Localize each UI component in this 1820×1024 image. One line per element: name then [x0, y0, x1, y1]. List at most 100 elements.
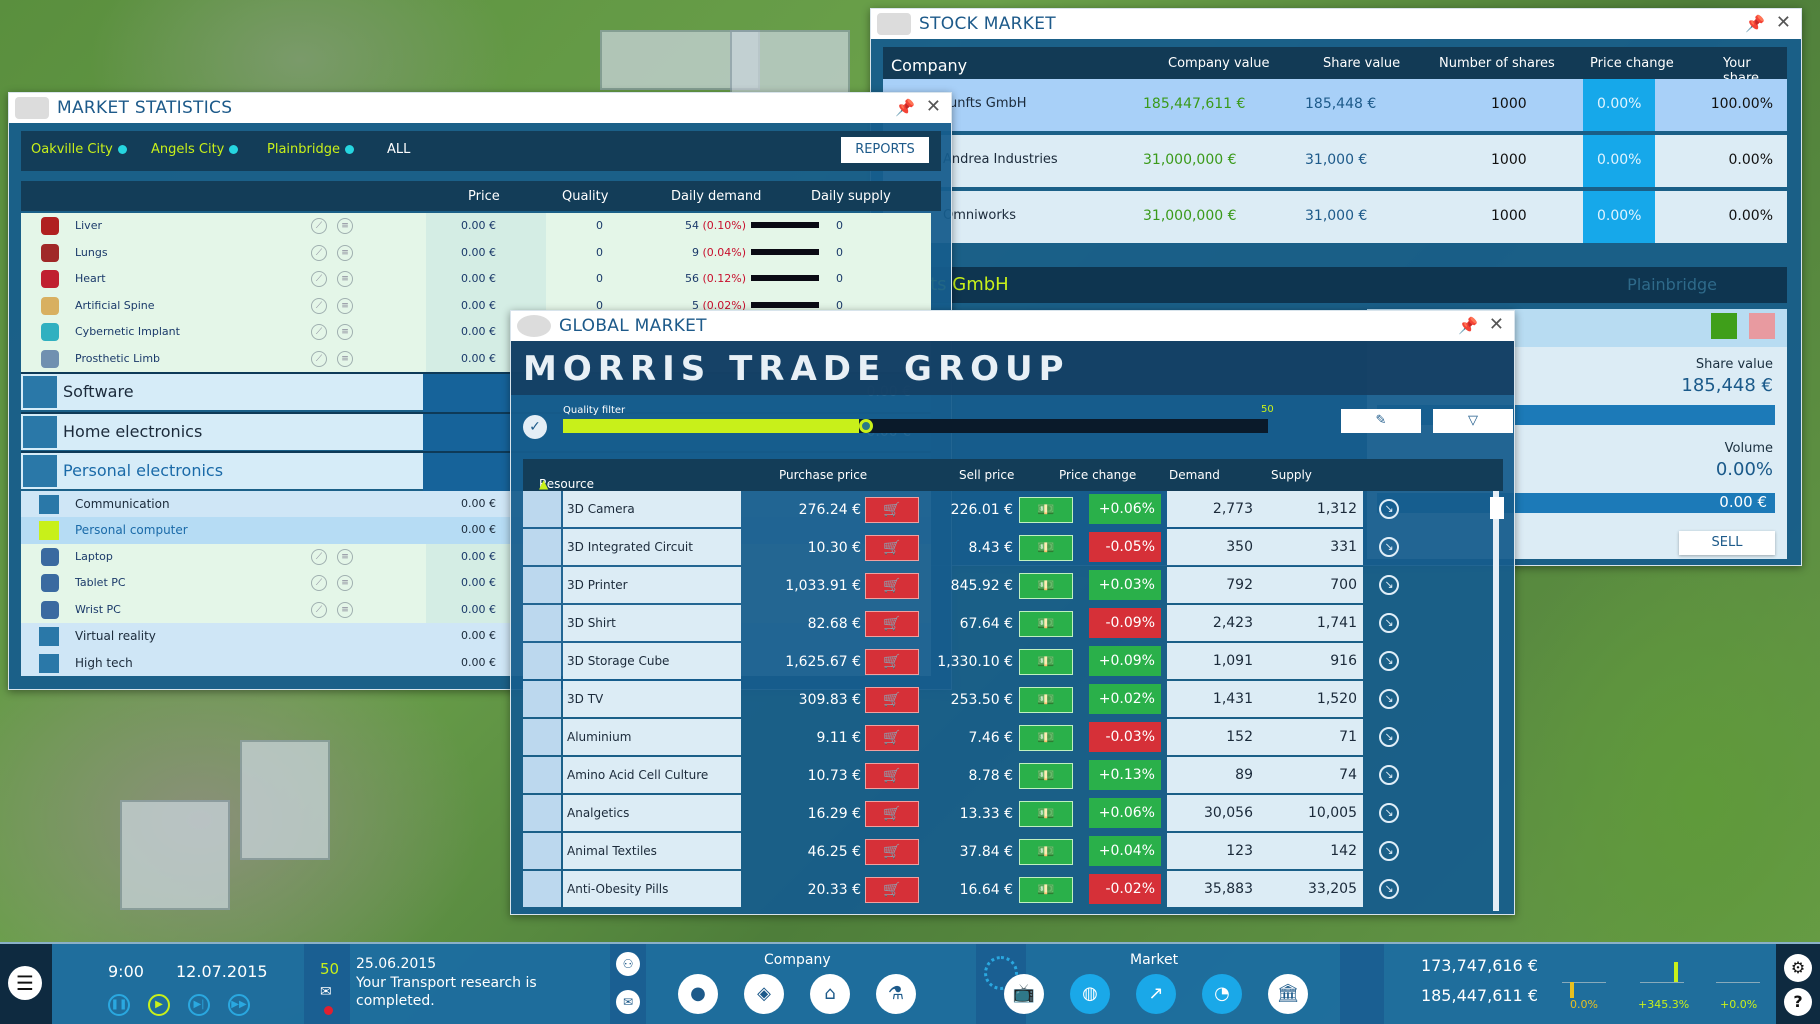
chart-icon[interactable]: ⟋ — [311, 350, 327, 367]
col-purchase-price[interactable]: Purchase price — [779, 468, 867, 482]
sell-button[interactable]: 💵 — [1019, 497, 1073, 523]
table-row[interactable]: 3D Shirt 82.68 € 🛒 67.64 € 💵 -0.09% 2,42… — [523, 605, 1503, 642]
quality-filter-slider[interactable] — [563, 419, 1268, 433]
buy-button[interactable]: 🛒 — [865, 801, 919, 827]
sell-button[interactable]: 💵 — [1019, 763, 1073, 789]
sell-button[interactable]: 💵 — [1019, 573, 1073, 599]
buy-button[interactable]: 🛒 — [865, 535, 919, 561]
close-icon[interactable]: ✕ — [926, 96, 941, 117]
settings-button[interactable]: ⚙ — [1784, 954, 1812, 982]
org-chart-icon[interactable]: ⚇ — [616, 952, 640, 976]
tab-plainbridge[interactable]: Plainbridge — [267, 142, 354, 157]
col-price-change[interactable]: Price change — [1590, 56, 1674, 71]
message-text[interactable]: Your Transport research is completed. — [356, 974, 556, 1010]
buy-button[interactable]: 🛒 — [865, 649, 919, 675]
headquarters-button[interactable]: ⌂ — [810, 974, 850, 1014]
filter-button[interactable]: ▽ — [1433, 409, 1513, 433]
title-bar[interactable]: STOCK MARKET 📌 ✕ — [871, 9, 1801, 39]
col-price-change[interactable]: Price change — [1059, 468, 1136, 482]
chart-icon[interactable]: ⟋ — [311, 271, 327, 287]
chart-icon[interactable]: ↘ — [1379, 575, 1399, 595]
chart-icon[interactable]: ⟋ — [311, 297, 327, 314]
col-demand[interactable]: Demand — [1169, 468, 1220, 482]
buy-shares-button[interactable] — [1711, 313, 1737, 339]
col-company-value[interactable]: Company value — [1168, 56, 1270, 71]
chart-icon[interactable]: ↘ — [1379, 765, 1399, 785]
help-button[interactable]: ? — [1784, 988, 1812, 1016]
report-icon[interactable]: ≡ — [337, 601, 353, 618]
chart-icon[interactable]: ↘ — [1379, 879, 1399, 899]
fast-button[interactable]: ▶| — [188, 994, 210, 1016]
col-daily-supply[interactable]: Daily supply — [811, 189, 891, 204]
report-icon[interactable]: ≡ — [337, 575, 353, 591]
buy-button[interactable]: 🛒 — [865, 573, 919, 599]
sell-button[interactable]: 💵 — [1019, 877, 1073, 903]
col-company[interactable]: Company — [891, 56, 967, 75]
tab-all[interactable]: ALL — [387, 142, 410, 157]
chart-icon[interactable]: ↘ — [1379, 689, 1399, 709]
col-sell-price[interactable]: Sell price — [959, 468, 1014, 482]
table-row[interactable]: 3D Printer 1,033.91 € 🛒 845.92 € 💵 +0.03… — [523, 567, 1503, 604]
table-row[interactable]: Amino Acid Cell Culture 10.73 € 🛒 8.78 €… — [523, 757, 1503, 794]
table-row[interactable]: Analgetics 16.29 € 🛒 13.33 € 💵 +0.06% 30… — [523, 795, 1503, 832]
table-row[interactable]: Tunfts GmbH 185,447,611 € 185,448 € 1000… — [883, 79, 1787, 131]
sell-button[interactable]: 💵 — [1019, 687, 1073, 713]
chart-icon[interactable]: ⟋ — [311, 575, 327, 591]
report-icon[interactable]: ≡ — [337, 350, 353, 367]
buy-button[interactable]: 🛒 — [865, 877, 919, 903]
scrollbar[interactable] — [1490, 491, 1504, 911]
table-row[interactable]: Omniworks 31,000,000 € 31,000 € 1000 0.0… — [883, 191, 1787, 243]
col-share-value[interactable]: Share value — [1323, 56, 1400, 71]
research-button[interactable]: ⚗ — [876, 974, 916, 1014]
table-row[interactable]: 3D Storage Cube 1,625.67 € 🛒 1,330.10 € … — [523, 643, 1503, 680]
advertising-button[interactable]: 📺 — [1004, 974, 1044, 1014]
global-market-button[interactable]: ◍ — [1070, 974, 1110, 1014]
list-item[interactable]: Heart ⟋ ≡ 0.00 € 0 56 (0.12%) 0 — [21, 266, 931, 293]
chart-icon[interactable]: ⟋ — [311, 548, 327, 565]
list-item[interactable]: Lungs ⟋ ≡ 0.00 € 0 9 (0.04%) 0 — [21, 239, 931, 266]
buy-button[interactable]: 🛒 — [865, 497, 919, 523]
fastest-button[interactable]: ▶▶ — [228, 994, 250, 1016]
slider-handle[interactable] — [859, 419, 874, 433]
market-statistics-button[interactable]: ◔ — [1202, 974, 1242, 1014]
play-button[interactable]: ▶ — [148, 994, 170, 1016]
table-row[interactable]: Anti-Obesity Pills 20.33 € 🛒 16.64 € 💵 -… — [523, 871, 1503, 908]
buy-button[interactable]: 🛒 — [865, 839, 919, 865]
city-selector[interactable]: Plainbridge — [1627, 275, 1717, 294]
sell-button[interactable]: 💵 — [1019, 839, 1073, 865]
sell-mode-button[interactable] — [1749, 313, 1775, 339]
pause-button[interactable]: ❚❚ — [108, 994, 130, 1016]
quality-filter-checkbox[interactable]: ✓ — [523, 415, 547, 439]
chart-icon[interactable]: ↘ — [1379, 537, 1399, 557]
chart-icon[interactable]: ↘ — [1379, 651, 1399, 671]
sell-button[interactable]: 💵 — [1019, 535, 1073, 561]
close-icon[interactable]: ✕ — [1489, 314, 1504, 335]
col-quality[interactable]: Quality — [562, 189, 608, 204]
report-icon[interactable]: ≡ — [337, 218, 353, 234]
sell-button[interactable]: 💵 — [1019, 801, 1073, 827]
table-row[interactable]: Aluminium 9.11 € 🛒 7.46 € 💵 -0.03% 152 71… — [523, 719, 1503, 756]
buy-button[interactable]: 🛒 — [865, 687, 919, 713]
sell-button[interactable]: SELL — [1679, 531, 1775, 555]
report-icon[interactable]: ≡ — [337, 244, 353, 261]
report-icon[interactable]: ≡ — [337, 548, 353, 565]
edit-button[interactable]: ✎ — [1341, 409, 1421, 433]
title-bar[interactable]: MARKET STATISTICS 📌 ✕ — [9, 93, 951, 123]
table-row[interactable]: Andrea Industries 31,000,000 € 31,000 € … — [883, 135, 1787, 187]
chart-icon[interactable]: ↘ — [1379, 499, 1399, 519]
inbox-icon[interactable]: ✉ — [616, 990, 640, 1014]
chart-icon[interactable]: ↘ — [1379, 727, 1399, 747]
close-icon[interactable]: ✕ — [1776, 12, 1791, 33]
reports-button[interactable]: REPORTS — [841, 137, 929, 163]
chart-icon[interactable]: ↘ — [1379, 803, 1399, 823]
tab-oakville-city[interactable]: Oakville City — [31, 142, 127, 157]
table-row[interactable]: 3D TV 309.83 € 🛒 253.50 € 💵 +0.02% 1,431… — [523, 681, 1503, 718]
chart-icon[interactable]: ⟋ — [311, 218, 327, 234]
buy-button[interactable]: 🛒 — [865, 725, 919, 751]
col-price[interactable]: Price — [468, 189, 500, 204]
bank-button[interactable]: 🏛 — [1268, 974, 1308, 1014]
buy-button[interactable]: 🛒 — [865, 763, 919, 789]
chart-icon[interactable]: ↘ — [1379, 841, 1399, 861]
buy-button[interactable]: 🛒 — [865, 611, 919, 637]
col-supply[interactable]: Supply — [1271, 468, 1312, 482]
